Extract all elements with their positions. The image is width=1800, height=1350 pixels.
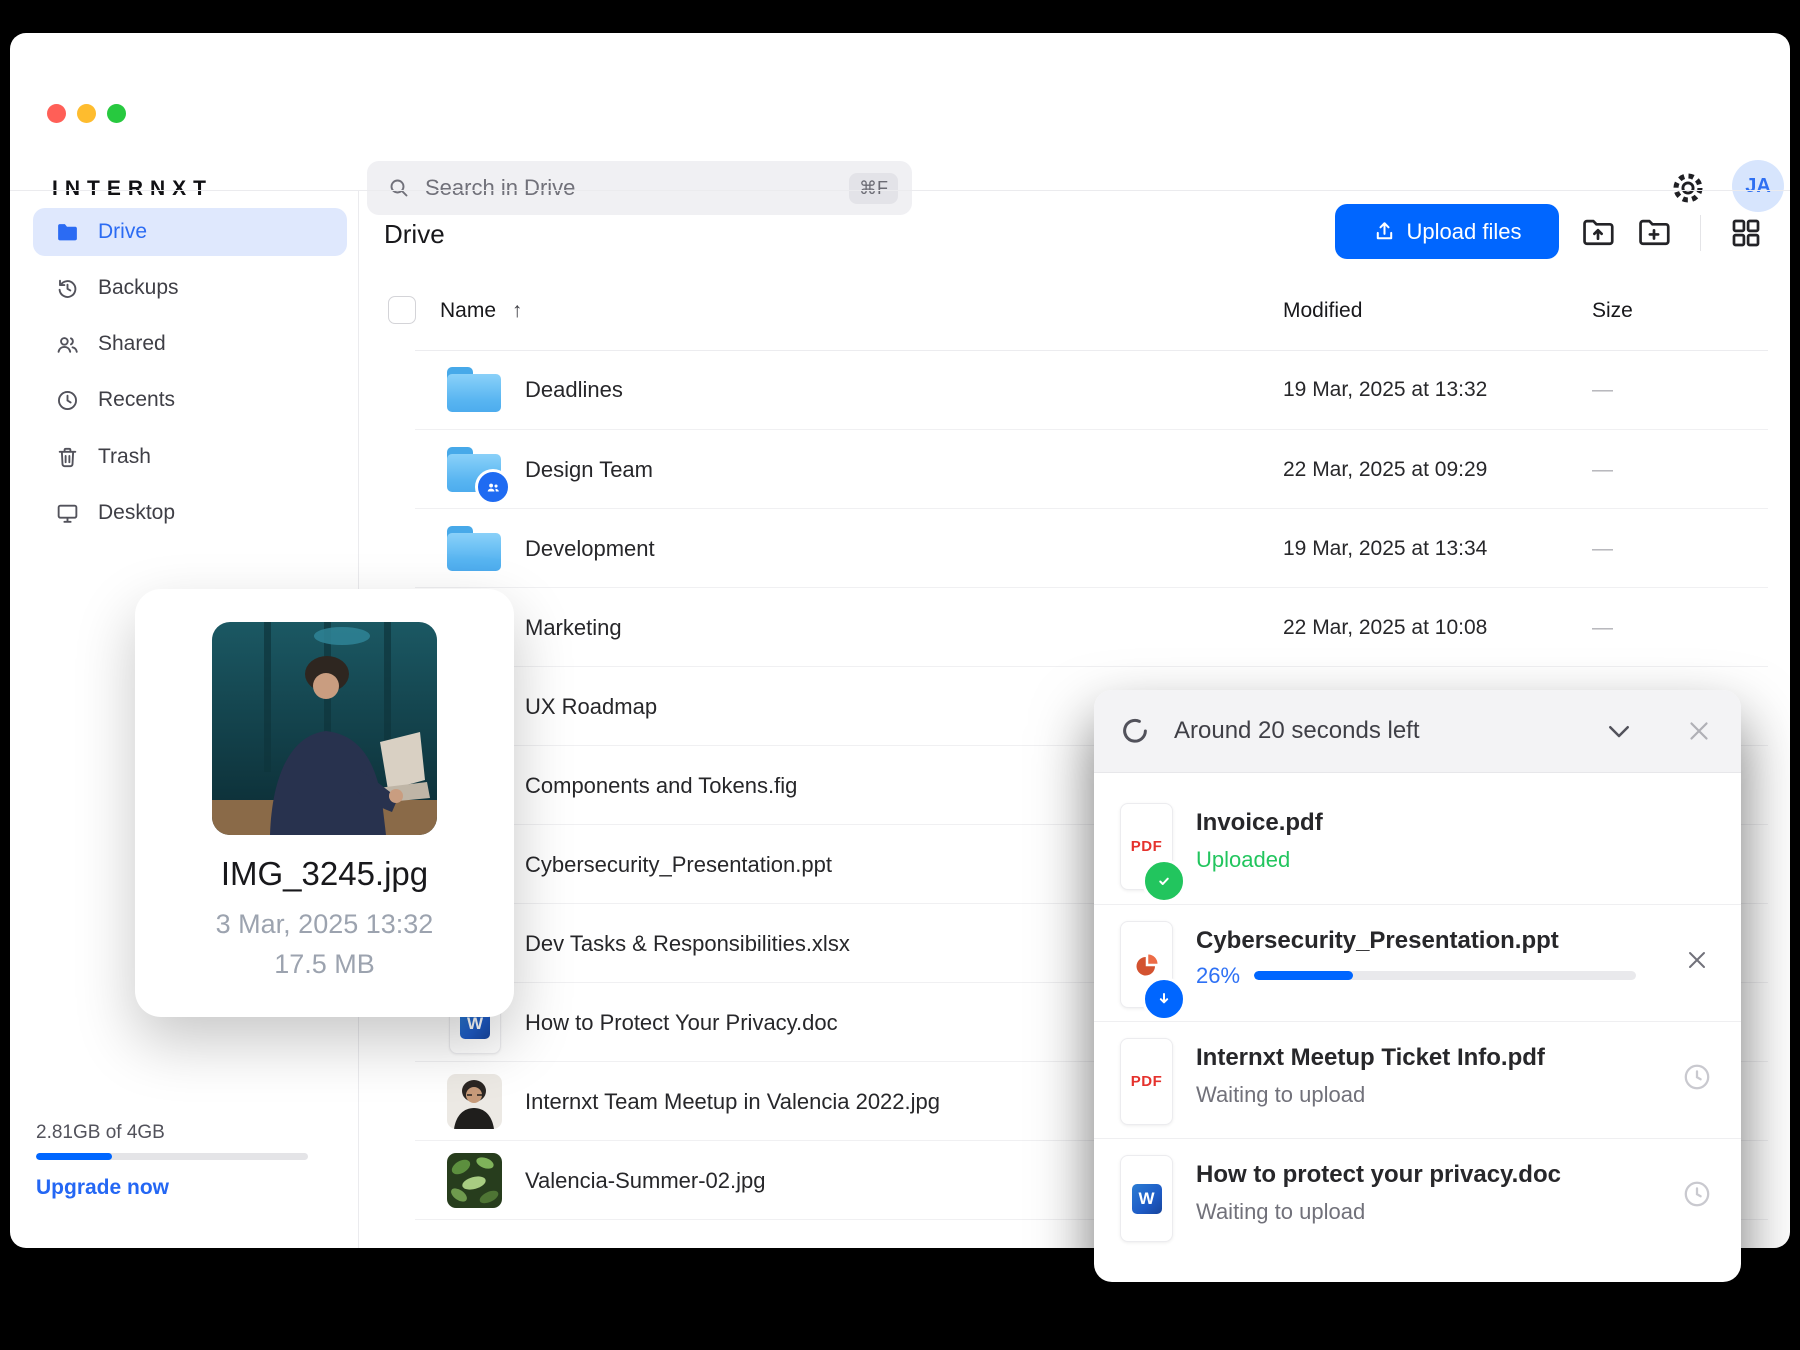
create-folder-button[interactable] xyxy=(1634,213,1674,253)
close-window-button[interactable] xyxy=(47,104,66,123)
uploaded-check-icon xyxy=(1142,859,1186,903)
monitor-icon xyxy=(57,504,78,523)
sidebar-item-backups[interactable]: Backups xyxy=(33,264,347,312)
upload-percent: 26% xyxy=(1196,963,1241,988)
preview-filename: IMG_3245.jpg xyxy=(220,855,429,892)
toolbar-separator xyxy=(1700,215,1701,251)
upload-status: Waiting to upload xyxy=(1196,1199,1366,1224)
upload-eta-label: Around 20 seconds left xyxy=(1174,717,1420,744)
sidebar-item-label: Drive xyxy=(98,220,148,243)
file-preview-card: IMG_3245.jpg 3 Mar, 2025 13:32 17.5 MB xyxy=(135,589,514,1017)
minimize-window-button[interactable] xyxy=(77,104,96,123)
upload-files-label: Upload files xyxy=(1406,218,1522,244)
desktop-background: INTERNXT ⌘F JA Drive xyxy=(0,0,1800,1350)
upload-panel-header: Around 20 seconds left xyxy=(1094,690,1741,773)
upload-files-button[interactable]: Upload files xyxy=(1335,204,1559,259)
upload-progress-panel: Around 20 seconds left PDF Invoice.pdf U… xyxy=(1094,690,1741,1282)
sidebar-item-desktop[interactable]: Desktop xyxy=(33,489,347,537)
folder-icon xyxy=(447,367,501,412)
table-row[interactable]: Design Team 22 Mar, 2025 at 09:29 — xyxy=(415,429,1768,509)
search-icon xyxy=(390,179,408,197)
close-icon xyxy=(1690,722,1708,740)
table-row[interactable]: Deadlines 19 Mar, 2025 at 13:32 — xyxy=(415,350,1768,429)
waiting-clock-icon xyxy=(1680,1177,1714,1211)
sidebar-item-label: Trash xyxy=(98,445,151,468)
folder-plus-icon xyxy=(1639,219,1670,246)
preview-filesize: 17.5 MB xyxy=(274,949,375,979)
column-header-name[interactable]: Name ↑ xyxy=(440,299,522,323)
header-divider xyxy=(10,190,1790,191)
search-bar[interactable]: ⌘F xyxy=(367,161,912,215)
sidebar-item-label: Backups xyxy=(98,276,179,299)
zoom-window-button[interactable] xyxy=(107,104,126,123)
upload-status: Uploaded xyxy=(1196,847,1291,872)
photo-thumbnail xyxy=(447,1074,502,1129)
folder-icon xyxy=(58,223,77,240)
sidebar-item-recents[interactable]: Recents xyxy=(33,376,347,424)
history-icon xyxy=(58,279,77,298)
shared-folder-icon xyxy=(447,447,511,505)
spinner-icon xyxy=(1123,718,1147,743)
pdf-file-icon: PDF xyxy=(1120,1038,1173,1125)
page-title: Drive xyxy=(384,219,445,249)
storage-progress-bar xyxy=(36,1153,308,1160)
upload-status: Waiting to upload xyxy=(1196,1082,1366,1107)
close-icon xyxy=(1689,952,1705,968)
storage-progress-fill xyxy=(36,1153,113,1160)
sort-ascending-arrow: ↑ xyxy=(511,299,523,322)
photo-thumbnail xyxy=(447,1153,502,1208)
gear-icon xyxy=(1673,173,1703,203)
collapse-panel-button[interactable] xyxy=(1599,716,1639,746)
upload-item: PDF Invoice.pdf Uploaded xyxy=(1094,787,1741,904)
select-all-checkbox[interactable] xyxy=(388,296,416,324)
column-header-size[interactable]: Size xyxy=(1592,299,1633,323)
folder-upload-icon xyxy=(1583,219,1614,246)
clock-icon xyxy=(58,390,77,410)
upload-progress-fill xyxy=(1254,971,1354,980)
table-row[interactable]: Marketing 22 Mar, 2025 at 10:08 — xyxy=(415,587,1768,667)
sidebar-item-drive[interactable]: Drive xyxy=(33,208,347,256)
word-doc-icon: W xyxy=(1120,1155,1173,1242)
grid-view-toggle[interactable] xyxy=(1726,213,1766,253)
waiting-clock-icon xyxy=(1680,1060,1714,1094)
internxt-logo: INTERNXT xyxy=(52,177,213,200)
upload-item: PDF Internxt Meetup Ticket Info.pdf Wait… xyxy=(1094,1021,1741,1139)
upgrade-now-link[interactable]: Upgrade now xyxy=(36,1176,169,1200)
preview-date: 3 Mar, 2025 13:32 xyxy=(215,909,434,939)
folder-icon xyxy=(447,526,501,571)
sidebar-item-label: Shared xyxy=(98,332,166,355)
upload-item: W How to protect your privacy.doc Waitin… xyxy=(1094,1138,1741,1256)
trash-icon xyxy=(58,447,77,467)
people-icon xyxy=(57,336,78,353)
downloading-arrow-icon xyxy=(1142,977,1186,1021)
chevron-down-icon xyxy=(1609,726,1629,738)
upload-icon xyxy=(1376,222,1392,240)
cancel-upload-button[interactable] xyxy=(1680,943,1714,977)
search-shortcut-badge: ⌘F xyxy=(849,172,898,204)
shared-badge-icon xyxy=(475,469,511,505)
sidebar-item-label: Desktop xyxy=(98,501,176,524)
user-avatar[interactable]: JA xyxy=(1732,160,1784,212)
grid-view-icon xyxy=(1732,219,1760,247)
sidebar-item-trash[interactable]: Trash xyxy=(33,433,347,481)
close-panel-button[interactable] xyxy=(1679,716,1719,746)
upload-item: Cybersecurity_Presentation.ppt 26% xyxy=(1094,904,1741,1022)
sidebar-item-label: Recents xyxy=(98,388,176,411)
preview-photo xyxy=(212,622,437,835)
sidebar-item-shared[interactable]: Shared xyxy=(33,320,347,368)
column-header-modified[interactable]: Modified xyxy=(1283,299,1362,323)
storage-usage-label: 2.81GB of 4GB xyxy=(36,1122,165,1143)
settings-button[interactable] xyxy=(1668,168,1708,208)
search-input[interactable] xyxy=(423,174,849,202)
upload-progress-bar xyxy=(1254,971,1636,980)
table-row[interactable]: Development 19 Mar, 2025 at 13:34 — xyxy=(415,508,1768,588)
upload-folder-button[interactable] xyxy=(1578,213,1618,253)
